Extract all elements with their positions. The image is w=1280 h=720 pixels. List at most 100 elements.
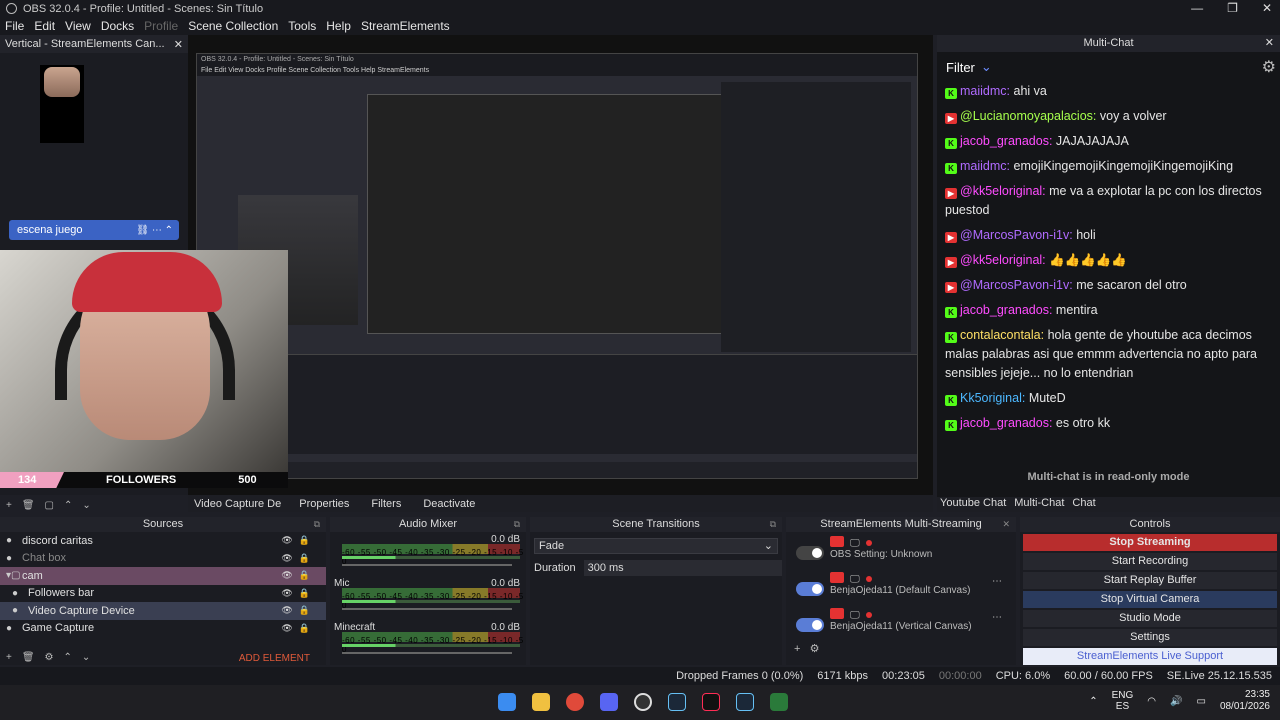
menu-help[interactable]: Help — [321, 19, 356, 33]
visibility-lock-icon[interactable]: 👁🔒 — [281, 553, 316, 564]
chat-message-list[interactable]: Kmaiidmc: ahi va ▶ @Lucianomoyapalacios: v… — [937, 82, 1280, 462]
steam-icon-2[interactable] — [736, 693, 754, 711]
volume-icon[interactable]: 🔊 — [1170, 696, 1182, 707]
chat-username[interactable]: maiidmc: — [960, 84, 1010, 98]
tab-youtube-chat[interactable]: Youtube Chat — [940, 497, 1006, 512]
volume-slider[interactable] — [342, 608, 512, 610]
tab-chat[interactable]: Chat — [1072, 497, 1095, 512]
gear-icon[interactable]: ⚙ — [45, 652, 54, 663]
studio-mode-button[interactable]: Studio Mode — [1023, 610, 1277, 627]
undock-icon[interactable]: ⧉ — [770, 517, 776, 532]
add-icon[interactable]: + — [6, 652, 12, 663]
menu-edit[interactable]: Edit — [29, 19, 60, 33]
volume-slider[interactable] — [342, 564, 512, 566]
chat-username[interactable]: @Lucianomoyapalacios: — [960, 109, 1096, 123]
transition-select[interactable]: Fade ⌄ — [534, 538, 778, 554]
tab-multi-chat[interactable]: Multi-Chat — [1014, 497, 1064, 512]
chat-message: Kmaiidmc: emojiKingemojiKingemojiKingemo… — [945, 157, 1272, 176]
filter-icon[interactable]: ▢ — [45, 500, 54, 511]
menu-file[interactable]: File — [0, 19, 29, 33]
visibility-lock-icon[interactable]: 👁🔒 — [281, 605, 316, 616]
stop-streaming-button[interactable]: Stop Streaming — [1023, 534, 1277, 551]
down-icon[interactable]: ⌄ — [82, 500, 90, 511]
tiktok-icon[interactable] — [702, 693, 720, 711]
chat-username[interactable]: jacob_granados: — [960, 134, 1052, 148]
chat-username[interactable]: jacob_granados: — [960, 303, 1052, 317]
steam-icon[interactable] — [668, 693, 686, 711]
language-indicator[interactable]: ENG ES — [1112, 690, 1134, 712]
close-icon[interactable]: ✕ — [1002, 517, 1010, 532]
scene-item-actions-icon[interactable]: ⛓ ⋯ ⌃ — [136, 225, 173, 236]
properties-button[interactable]: Properties — [295, 498, 353, 510]
up-icon[interactable]: ⌃ — [64, 500, 72, 511]
menu-streamelements[interactable]: StreamElements — [356, 19, 455, 33]
add-icon[interactable]: + — [6, 500, 12, 511]
live-support-button[interactable]: StreamElements Live Support — [1023, 648, 1277, 665]
undock-icon[interactable]: ⧉ — [314, 517, 320, 532]
down-icon[interactable]: ⌄ — [82, 652, 90, 663]
settings-button[interactable]: Settings — [1023, 629, 1277, 646]
undock-icon[interactable]: ⧉ — [514, 517, 520, 532]
stop-virtual-camera-button[interactable]: Stop Virtual Camera — [1023, 591, 1277, 608]
chat-username[interactable]: @MarcosPavon-i1v: — [960, 228, 1073, 242]
streamelements-icon[interactable] — [770, 693, 788, 711]
battery-icon[interactable]: ▭ — [1196, 696, 1205, 707]
chat-username[interactable]: maiidmc: — [960, 159, 1010, 173]
chat-username[interactable]: @kk5eloriginal: — [960, 184, 1046, 198]
maximize-button[interactable]: ❐ — [1227, 0, 1238, 17]
scene-item[interactable]: escena juego ⛓ ⋯ ⌃ — [9, 220, 179, 240]
chevron-up-icon[interactable]: ⌃ — [1089, 696, 1097, 707]
chat-username[interactable]: @MarcosPavon-i1v: — [960, 278, 1073, 292]
duration-input[interactable]: 300 ms — [583, 560, 782, 576]
trash-icon[interactable]: 🗑 — [22, 500, 35, 511]
source-item[interactable]: ● Game Capture 👁🔒 — [0, 620, 326, 638]
more-icon[interactable]: ⋯ — [992, 576, 1002, 587]
visibility-lock-icon[interactable]: 👁🔒 — [281, 623, 316, 634]
chat-username[interactable]: contalacontala: — [960, 328, 1044, 342]
visibility-lock-icon[interactable]: 👁🔒 — [281, 588, 316, 599]
close-icon[interactable]: ✕ — [174, 38, 183, 51]
stream-toggle[interactable] — [796, 618, 824, 632]
source-item[interactable]: ● Followers bar 👁🔒 — [0, 585, 326, 603]
chat-filter[interactable]: Filter ⌄ ⚙ — [937, 52, 1280, 82]
more-icon[interactable]: ⋯ — [992, 612, 1002, 623]
visibility-lock-icon[interactable]: 👁🔒 — [281, 535, 316, 546]
chat-username[interactable]: Kk5original: — [960, 391, 1025, 405]
gear-icon[interactable]: ⚙ — [810, 643, 820, 655]
obs-icon[interactable] — [634, 693, 652, 711]
visibility-lock-icon[interactable]: 👁🔒 — [281, 570, 316, 581]
source-item[interactable]: ● Video Capture Device 👁🔒 — [0, 602, 326, 620]
stream-toggle[interactable] — [796, 582, 824, 596]
chevron-down-icon[interactable]: ⌄ — [981, 59, 992, 75]
up-icon[interactable]: ⌃ — [64, 652, 72, 663]
menu-scene-collection[interactable]: Scene Collection — [183, 19, 283, 33]
start-recording-button[interactable]: Start Recording — [1023, 553, 1277, 570]
source-item[interactable]: ▾▢ cam 👁🔒 — [0, 567, 326, 585]
wifi-icon[interactable]: ◠ — [1147, 696, 1156, 707]
gear-icon[interactable]: ⚙ — [1262, 57, 1276, 77]
menu-tools[interactable]: Tools — [283, 19, 321, 33]
minimize-button[interactable]: — — [1191, 0, 1203, 17]
file-explorer-icon[interactable] — [532, 693, 550, 711]
menu-view[interactable]: View — [60, 19, 96, 33]
start-replay-buffer-button[interactable]: Start Replay Buffer — [1023, 572, 1277, 589]
close-icon[interactable]: ✕ — [1265, 35, 1274, 52]
source-icon: ● — [6, 535, 13, 547]
source-item[interactable]: ● Chat box 👁🔒 — [0, 550, 326, 568]
chrome-icon[interactable] — [566, 693, 584, 711]
add-icon[interactable]: + — [794, 643, 800, 655]
menu-docks[interactable]: Docks — [96, 19, 139, 33]
stream-toggle[interactable] — [796, 546, 824, 560]
clock[interactable]: 23:35 08/01/2026 — [1220, 689, 1270, 713]
source-item[interactable]: ● discord caritas 👁🔒 — [0, 532, 326, 550]
add-element-button[interactable]: ADD ELEMENT — [239, 653, 310, 664]
windows-start-icon[interactable] — [498, 693, 516, 711]
deactivate-button[interactable]: Deactivate — [419, 498, 479, 510]
chat-username[interactable]: @kk5eloriginal: — [960, 253, 1046, 267]
chat-username[interactable]: jacob_granados: — [960, 416, 1052, 430]
discord-icon[interactable] — [600, 693, 618, 711]
close-button[interactable]: ✕ — [1262, 0, 1272, 17]
volume-slider[interactable] — [342, 652, 512, 654]
filters-button[interactable]: Filters — [367, 498, 405, 510]
trash-icon[interactable]: 🗑 — [22, 652, 35, 663]
